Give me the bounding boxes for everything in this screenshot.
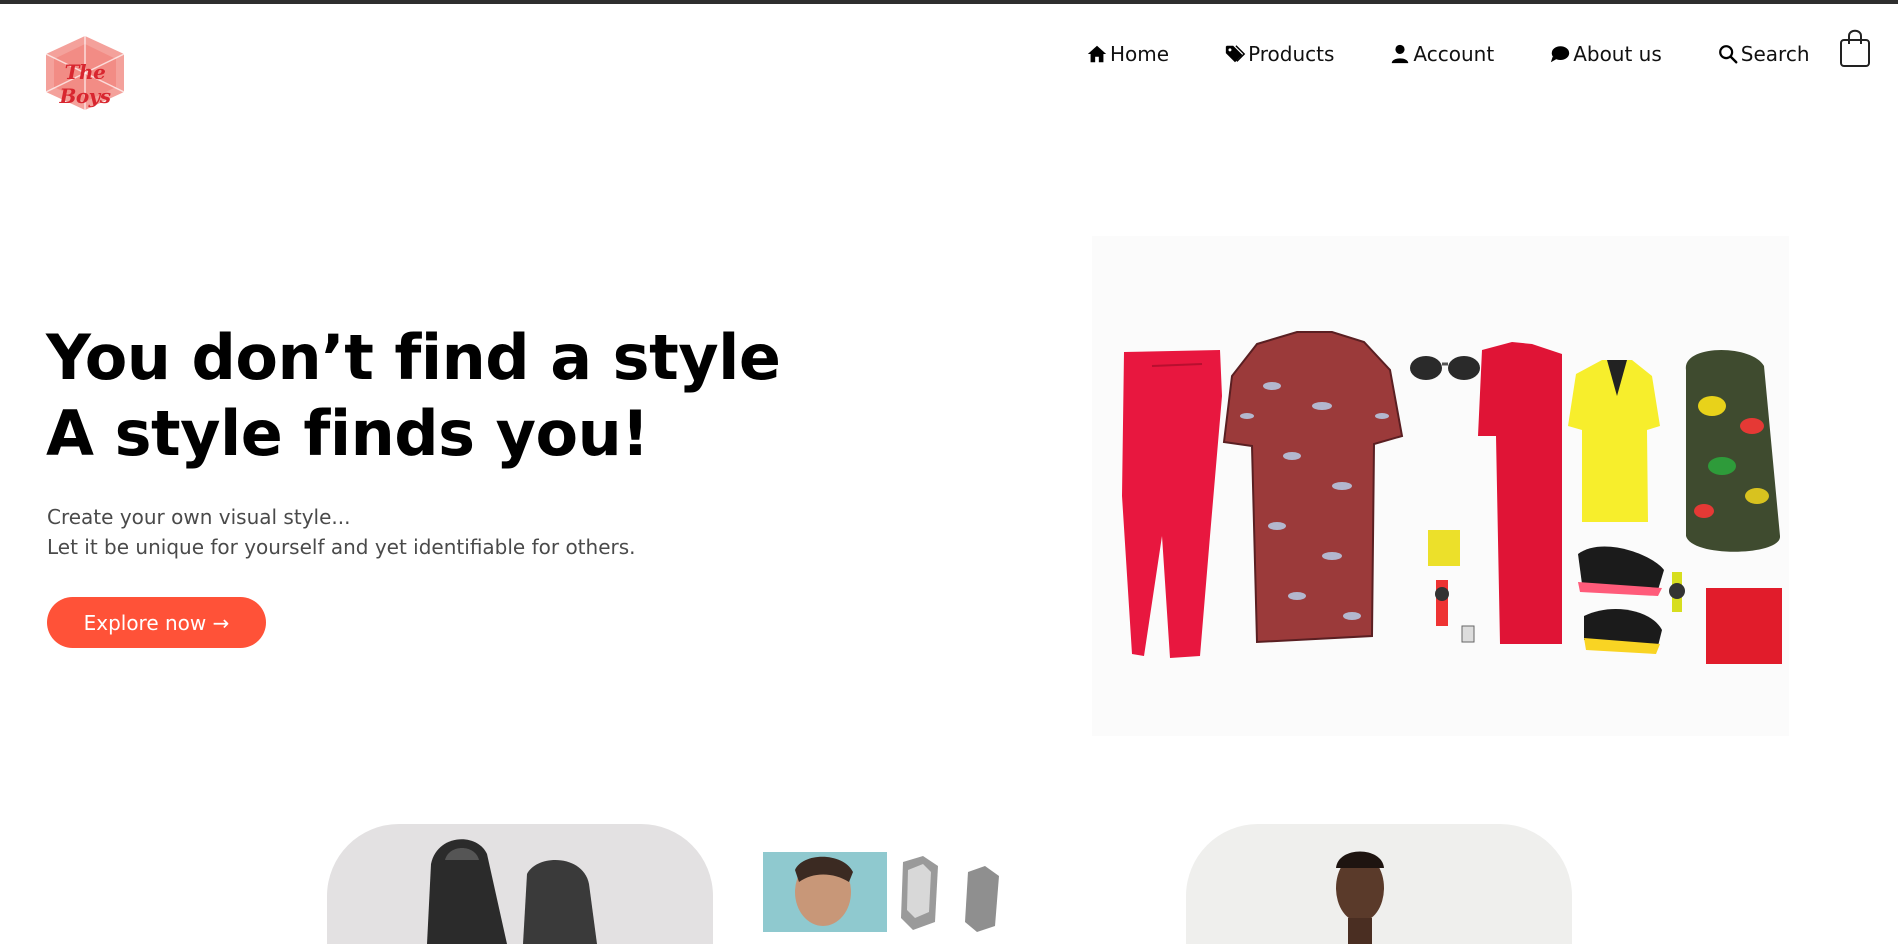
hero-title-line1: You don’t find a style (46, 321, 781, 394)
nav-about-label: About us (1573, 42, 1662, 66)
user-icon (1389, 43, 1411, 65)
showcase-card-accessories[interactable] (763, 852, 1018, 932)
nav-account-label: Account (1413, 42, 1495, 66)
nav-products[interactable]: Products (1224, 42, 1334, 66)
shoes-photo (427, 839, 597, 944)
nav-home-label: Home (1110, 42, 1170, 66)
nav-search[interactable]: Search (1717, 42, 1810, 66)
hero-image (1092, 236, 1789, 736)
brand-logo[interactable]: The Boys (36, 34, 134, 112)
brand-name: The Boys (59, 60, 111, 108)
nav-account[interactable]: Account (1389, 42, 1494, 66)
main-nav: Home Products Account About us Search (1086, 42, 1810, 66)
nav-home[interactable]: Home (1086, 42, 1169, 66)
hero-title-line2: A style finds you! (46, 397, 650, 470)
explore-now-button[interactable]: Explore now → (47, 597, 266, 648)
cart-button[interactable] (1838, 28, 1872, 68)
accessories-photo (763, 852, 999, 932)
hero-subtitle: Create your own visual style... Let it b… (47, 502, 807, 562)
top-border (0, 0, 1898, 4)
showcase-card-model[interactable] (1186, 824, 1572, 944)
model-photo (1336, 851, 1384, 944)
showcase-card-shoes[interactable] (327, 824, 713, 944)
nav-products-label: Products (1248, 42, 1335, 66)
nav-search-label: Search (1740, 42, 1810, 66)
hero-subtitle-line2: Let it be unique for yourself and yet id… (47, 535, 636, 559)
search-icon (1717, 43, 1739, 65)
hero-title: You don’t find a style A style finds you… (46, 320, 806, 472)
nav-about[interactable]: About us (1549, 42, 1662, 66)
tag-icon (1224, 43, 1246, 65)
clothing-flatlay-image (1122, 331, 1782, 664)
hero-subtitle-line1: Create your own visual style... (47, 505, 351, 529)
shopping-bag-icon (1840, 29, 1870, 67)
home-icon (1086, 43, 1108, 65)
chat-icon (1549, 43, 1571, 65)
